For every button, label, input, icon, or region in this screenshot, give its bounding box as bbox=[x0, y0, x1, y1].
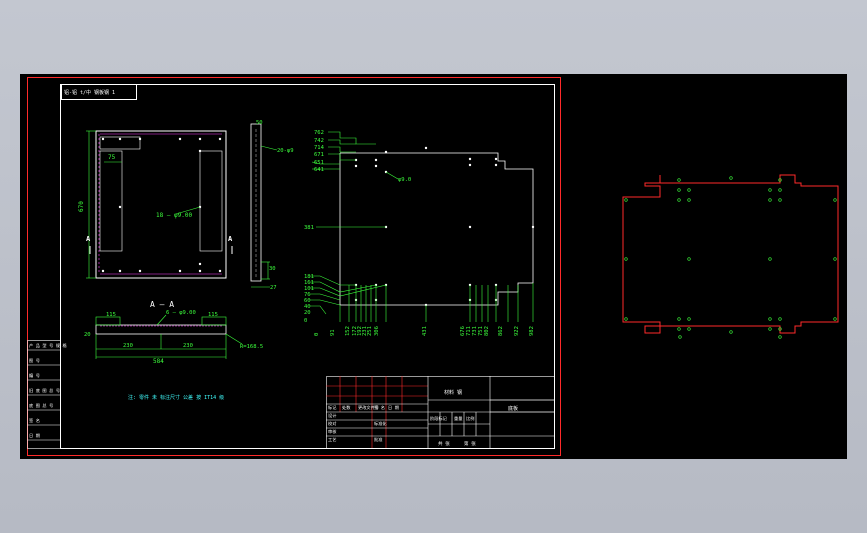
title-block-cell: 工艺 bbox=[328, 437, 336, 442]
plate-bottom-dim: 431 bbox=[422, 326, 428, 336]
front-hole-callout: 18 — φ9.00 bbox=[156, 212, 193, 219]
section-half-left: 230 bbox=[123, 343, 133, 349]
title-block-cell: 处数 bbox=[342, 404, 351, 411]
plate-left-dim: 671 bbox=[314, 152, 324, 158]
revision-row-label: 产 品 型 号 规 格 bbox=[29, 342, 68, 349]
plate-bottom-dim: 922 bbox=[514, 326, 520, 336]
title-block-scale-label: 阶段标记 bbox=[430, 415, 448, 422]
plate-outline bbox=[622, 174, 839, 334]
section-half-right: 230 bbox=[183, 343, 193, 349]
section-radius: R=168.5 bbox=[240, 344, 263, 350]
plate-left-dim: 0 bbox=[304, 318, 307, 324]
title-block-scale-label: 重量 bbox=[454, 415, 462, 422]
title-block-cell: 标记 bbox=[328, 404, 337, 411]
sheet-1: 铝-铝 t/中 钢板钢 1 670 75 18 — φ9.00 A A 50 2… bbox=[27, 77, 561, 456]
section-w-right: 115 bbox=[208, 312, 218, 318]
title-block-cell: 校对 bbox=[328, 420, 336, 427]
side-hole-callout: 20-φ9 bbox=[277, 148, 294, 154]
plate-left-dim: 651 bbox=[314, 160, 324, 166]
section-total: 584 bbox=[153, 358, 164, 365]
sheet-total: 共 张 bbox=[438, 440, 450, 447]
header-note-text: 铝-铝 t/中 钢板钢 1 bbox=[64, 89, 115, 96]
frame-border bbox=[60, 84, 555, 449]
plate-view: φ9.0 76274271467165164138118116110176604… bbox=[304, 130, 535, 336]
section-w-left: 115 bbox=[106, 312, 116, 318]
revision-row-label: 图 号 bbox=[29, 358, 40, 364]
section-arrow-right: A bbox=[228, 235, 233, 243]
cad-drawing-canvas[interactable]: 铝-铝 t/中 钢板钢 1 670 75 18 — φ9.00 A A 50 2… bbox=[20, 74, 847, 459]
title-block-cell: 日 期 bbox=[388, 405, 399, 411]
section-label: A — A bbox=[150, 300, 174, 309]
front-height-dim: 670 bbox=[78, 201, 85, 212]
side-dim-b2: 27 bbox=[270, 285, 277, 291]
revision-row-label: 旧 底 图 总 号 bbox=[29, 387, 60, 394]
plate-bottom-dim: 251 bbox=[367, 326, 373, 336]
title-block-cell: 审核 bbox=[328, 428, 337, 435]
plate-left-dim: 641 bbox=[314, 167, 324, 173]
plate-bottom-dim: 91 bbox=[330, 329, 336, 336]
side-top-dim: 50 bbox=[256, 120, 263, 126]
section-thickness: 20 bbox=[84, 332, 91, 338]
side-view: 50 20-φ9 30 27 bbox=[250, 120, 294, 291]
section-arrow-left: A bbox=[86, 235, 91, 243]
plate-bottom-dims: 0 91 152 172 192 231 251 306 431 676 711 731 751 802 8… bbox=[314, 326, 535, 336]
plate-bottom-dim: 152 bbox=[345, 326, 351, 336]
plate-bottom-dim: 0 bbox=[314, 333, 320, 336]
plate-left-dim: 762 bbox=[314, 130, 324, 136]
section-view: A — A 115 115 6 — φ9.00 20 230 230 584 R… bbox=[84, 300, 263, 365]
cad-viewport[interactable]: 铝-铝 t/中 钢板钢 1 670 75 18 — φ9.00 A A 50 2… bbox=[20, 74, 847, 459]
sheet-number: 第 张 bbox=[464, 440, 476, 447]
front-view: 670 75 18 — φ9.00 A A bbox=[78, 130, 233, 279]
plate-left-dim: 20 bbox=[304, 310, 311, 316]
front-width-dim: 75 bbox=[108, 154, 116, 161]
title-block-cell: 标准化 bbox=[374, 420, 387, 427]
title-block-cell: 签 名 bbox=[374, 404, 385, 411]
plate-left-dim: 742 bbox=[314, 138, 324, 144]
title-part: 底板 bbox=[508, 405, 518, 412]
plate-hole-callout: φ9.0 bbox=[398, 177, 411, 183]
revision-row-label: 签 名 bbox=[29, 417, 40, 424]
title-block: 材料 钢 底板 标记 处数 更改文件号签 名日 期设计校对审核工艺标准化批准 阶段标… bbox=[326, 376, 555, 449]
side-dim-b1: 30 bbox=[269, 266, 276, 272]
revision-table: 产 品 型 号 规 格图 号编 号旧 底 图 总 号底 图 总 号签 名日 期 bbox=[27, 340, 68, 449]
plate-bottom-dim: 982 bbox=[529, 326, 535, 336]
plate-bottom-dim: 802 bbox=[484, 326, 490, 336]
title-block-cell: 批准 bbox=[374, 436, 382, 443]
plate-bottom-dim: 862 bbox=[498, 326, 504, 336]
title-block-cell: 设计 bbox=[328, 412, 336, 419]
revision-row-label: 底 图 总 号 bbox=[29, 402, 53, 409]
plate-left-dim: 381 bbox=[304, 225, 314, 231]
revision-row-label: 日 期 bbox=[29, 433, 40, 439]
plate-bottom-dim: 306 bbox=[374, 326, 380, 336]
title-material: 材料 钢 bbox=[444, 389, 462, 396]
title-block-scale-label: 比例 bbox=[466, 415, 474, 422]
drawing-note: 注: 零件 未 标注尺寸 公差 按 IT14 级 bbox=[128, 394, 224, 401]
header-note-box: 铝-铝 t/中 钢板钢 1 bbox=[61, 84, 137, 100]
plate-left-dim: 714 bbox=[314, 145, 325, 151]
section-holes-callout: 6 — φ9.00 bbox=[166, 310, 196, 316]
revision-row-label: 编 号 bbox=[29, 372, 40, 379]
plate-outline-view bbox=[622, 174, 839, 339]
